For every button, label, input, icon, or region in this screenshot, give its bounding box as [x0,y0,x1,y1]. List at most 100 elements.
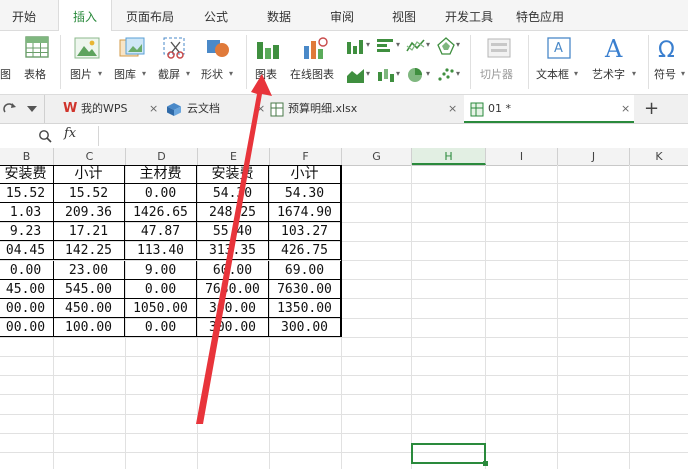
table-header-cell[interactable]: 小计 [269,165,341,184]
tab-developer[interactable]: 开发工具 [438,0,500,30]
table-cell[interactable]: 1050.00 [125,298,197,318]
tab-active-document[interactable]: 01 * × [464,95,634,123]
shapes-button[interactable]: 形状 ▾ [199,31,239,93]
tab-home[interactable]: 开始 [0,0,48,30]
symbol-button[interactable]: Ω 符号 ▾ [652,31,688,93]
column-header-j[interactable]: J [558,148,630,165]
table-cell[interactable]: 0.00 [125,184,197,204]
column-chart-type-button[interactable]: ▾ [346,35,374,59]
table-cell[interactable]: 450.00 [53,298,125,318]
table-header-cell[interactable]: 安装费 [0,165,54,184]
table-cell[interactable]: 15.52 [0,184,54,204]
table-cell[interactable]: 17.21 [53,222,125,242]
function-button[interactable]: fx [64,126,76,141]
table-cell[interactable]: 54.30 [197,184,269,204]
scatter-chart-type-button[interactable]: ▾ [436,64,464,88]
table-cell[interactable]: 47.87 [125,222,197,242]
table-cell[interactable]: 103.27 [269,222,341,242]
tab-formulas[interactable]: 公式 [192,0,240,30]
table-cell[interactable]: 9.23 [0,222,54,242]
close-icon[interactable]: × [621,95,630,123]
online-chart-button[interactable]: 在线图表 [288,31,342,93]
table-cell[interactable]: 1350.00 [269,298,341,318]
table-cell[interactable]: 54.30 [269,184,341,204]
table-header-cell[interactable]: 主材费 [125,165,197,184]
gallery-button[interactable]: 图库 ▾ [112,31,152,93]
table-cell[interactable]: 15.52 [53,184,125,204]
column-header-i[interactable]: I [486,148,558,165]
table-cell[interactable]: 209.36 [53,203,125,223]
column-header-d[interactable]: D [126,148,198,165]
chart-button[interactable]: 图表 [252,31,284,93]
area-chart-type-button[interactable]: ▾ [346,64,374,88]
table-cell[interactable]: 1.03 [0,203,54,223]
line-chart-type-button[interactable]: ▾ [406,35,434,59]
dropdown-arrow-icon[interactable] [26,105,38,113]
column-header-h[interactable]: H [412,148,486,165]
column-header-k[interactable]: K [630,148,688,165]
pivot-table-button[interactable]: 图 [0,31,18,93]
table-cell[interactable]: 23.00 [53,260,125,280]
table-cell[interactable]: 300.00 [269,317,341,337]
table-cell[interactable]: 00.00 [0,317,54,337]
spreadsheet-grid[interactable]: 安装费 小计 主材费 安装费 小计 15.52 15.52 0.00 54.30 54.30 1.0… [0,165,688,469]
table-cell[interactable]: 45.00 [0,279,54,299]
table-cell[interactable]: 426.75 [269,241,341,261]
table-cell[interactable]: 142.25 [53,241,125,261]
table-cell[interactable]: 113.40 [125,241,197,261]
close-icon[interactable]: × [149,95,158,123]
table-cell[interactable]: 0.00 [125,279,197,299]
table-cell[interactable]: 9.00 [125,260,197,280]
tab-review[interactable]: 审阅 [318,0,366,30]
tab-page-layout[interactable]: 页面布局 [118,0,182,30]
formula-input[interactable] [98,126,688,146]
new-tab-button[interactable]: + [644,95,659,123]
table-cell[interactable]: 1426.65 [125,203,197,223]
picture-button[interactable]: 图片 ▾ [68,31,108,93]
pie-chart-type-button[interactable]: ▾ [406,64,434,88]
table-cell[interactable]: 1674.90 [269,203,341,223]
close-icon[interactable]: × [256,95,265,123]
column-header-f[interactable]: F [270,148,342,165]
table-cell[interactable]: 55.40 [197,222,269,242]
bar-chart-type-button[interactable]: ▾ [376,35,404,59]
table-cell[interactable]: 04.45 [0,241,54,261]
wordart-button[interactable]: A 艺术字 ▾ [590,31,642,93]
slicer-button[interactable]: 切片器 [476,31,522,93]
tab-budget-xlsx[interactable]: 预算明细.xlsx × [268,95,460,123]
stock-chart-type-button[interactable]: ▾ [376,64,404,88]
table-cell[interactable]: 69.00 [269,260,341,280]
tab-cloud-docs[interactable]: 云文档 × [160,95,265,123]
column-header-g[interactable]: G [342,148,412,165]
fill-handle[interactable] [483,461,488,466]
radar-chart-type-button[interactable]: ▾ [436,35,464,59]
table-cell[interactable]: 100.00 [53,317,125,337]
tab-special[interactable]: 特色应用 [508,0,572,30]
table-cell[interactable]: 248.25 [197,203,269,223]
close-icon[interactable]: × [448,95,457,123]
tab-my-wps[interactable]: W 我的WPS × [44,95,158,123]
table-cell[interactable]: 00.00 [0,298,54,318]
selected-cell[interactable] [411,443,486,464]
tab-view[interactable]: 视图 [380,0,428,30]
screenshot-button[interactable]: 截屏 ▾ [156,31,196,93]
table-cell[interactable]: 545.00 [53,279,125,299]
table-cell[interactable]: 7630.00 [197,279,269,299]
tab-data[interactable]: 数据 [255,0,303,30]
textbox-button[interactable]: A 文本框 ▾ [534,31,584,93]
tab-insert[interactable]: 插入 [58,0,112,31]
table-cell[interactable]: 7630.00 [269,279,341,299]
zoom-icon[interactable] [38,129,52,143]
column-header-c[interactable]: C [54,148,126,165]
column-header-e[interactable]: E [198,148,270,165]
table-cell[interactable]: 300.00 [197,317,269,337]
table-cell[interactable]: 300.00 [197,298,269,318]
table-cell[interactable]: 0.00 [125,317,197,337]
table-header-cell[interactable]: 安装费 [197,165,269,184]
table-header-cell[interactable]: 小计 [53,165,125,184]
column-header-b[interactable]: B [0,148,54,165]
table-cell[interactable]: 0.00 [0,260,54,280]
table-cell[interactable]: 313.35 [197,241,269,261]
table-button[interactable]: 表格 [22,31,52,93]
redo-icon[interactable] [2,102,18,116]
